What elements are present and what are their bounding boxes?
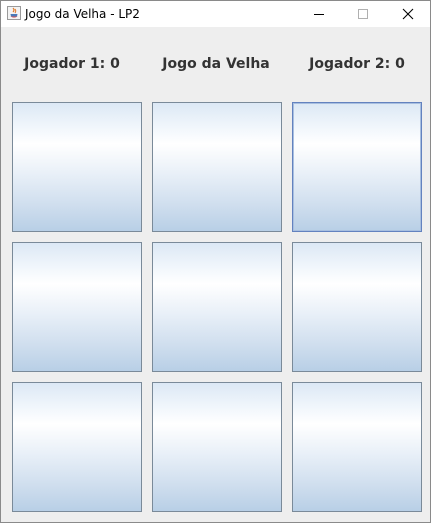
maximize-button[interactable] [341, 1, 385, 27]
game-panel: Jogador 1: 0 Jogo da Velha Jogador 2: 0 [1, 27, 430, 522]
minimize-icon [314, 14, 324, 15]
board-cell-7[interactable] [12, 382, 142, 512]
board-cell-3[interactable] [292, 102, 422, 232]
board-cell-5[interactable] [152, 242, 282, 372]
player1-score-label: Jogador 1: 0 [24, 56, 120, 72]
board-cell-1-mark [13, 103, 141, 231]
minimize-button[interactable] [297, 1, 341, 27]
board-cell-9-mark [293, 383, 421, 511]
close-icon [402, 8, 414, 20]
board-cell-7-mark [13, 383, 141, 511]
maximize-icon [358, 9, 368, 19]
board-cell-6-mark [293, 243, 421, 371]
app-window: Jogo da Velha - LP2 Jogador 1: 0 Jogo da… [0, 0, 431, 523]
board-cell-9[interactable] [292, 382, 422, 512]
board-cell-2-mark [153, 103, 281, 231]
board-cell-6[interactable] [292, 242, 422, 372]
board-cell-5-mark [153, 243, 281, 371]
window-title: Jogo da Velha - LP2 [25, 7, 140, 21]
board-cell-1[interactable] [12, 102, 142, 232]
player2-score-label: Jogador 2: 0 [309, 56, 405, 72]
board-cell-8-mark [153, 383, 281, 511]
title-bar[interactable]: Jogo da Velha - LP2 [1, 1, 430, 27]
board-cell-2[interactable] [152, 102, 282, 232]
game-title-label: Jogo da Velha [162, 56, 270, 72]
close-button[interactable] [386, 1, 430, 27]
board-cell-8[interactable] [152, 382, 282, 512]
board-cell-4[interactable] [12, 242, 142, 372]
java-app-icon [7, 6, 21, 20]
board-cell-3-mark [293, 103, 421, 231]
board-cell-4-mark [13, 243, 141, 371]
